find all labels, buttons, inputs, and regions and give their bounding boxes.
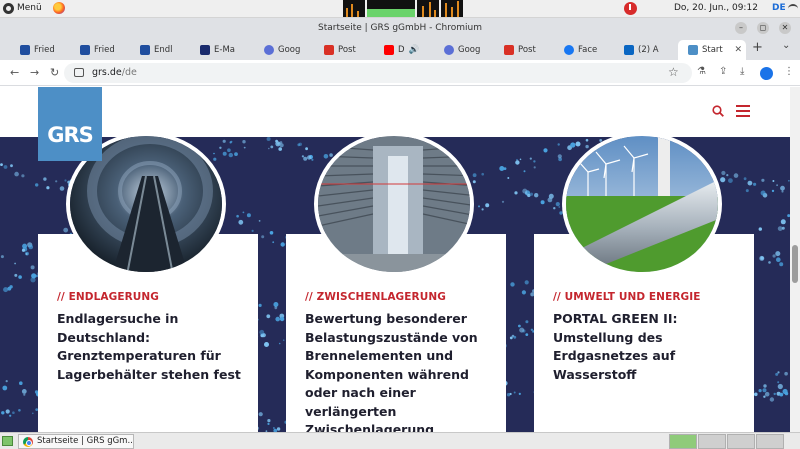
workspace-2[interactable] (698, 434, 726, 449)
speaker-icon[interactable]: 🔊 (409, 45, 420, 55)
back-icon[interactable]: ← (10, 66, 19, 79)
reload-icon[interactable]: ↻ (50, 66, 59, 79)
hamburger-menu-icon[interactable] (736, 105, 750, 117)
show-desktop-icon[interactable] (2, 436, 13, 446)
taskbar-window-chromium[interactable]: Startseite | GRS gGm... (18, 434, 134, 449)
close-tab-icon[interactable]: ✕ (734, 45, 742, 55)
keyboard-layout[interactable]: DE (772, 3, 786, 13)
tab-10[interactable]: Face (554, 40, 614, 60)
address-bar[interactable]: grs.de/de (64, 63, 692, 83)
tab-11[interactable]: (2) A (614, 40, 674, 60)
tab-4[interactable]: E-Ma (190, 40, 250, 60)
workspace-4[interactable] (756, 434, 784, 449)
card-category[interactable]: // ENDLAGERUNG (57, 291, 159, 303)
web-page: GRS // ENDLAGERUNG Endlagersuche in Deut… (0, 87, 790, 432)
tab-favicon (20, 45, 30, 55)
workspace-3[interactable] (727, 434, 755, 449)
disk-graph (441, 0, 463, 17)
grs-logo[interactable]: GRS (38, 87, 102, 161)
storage-casks-photo[interactable] (314, 132, 474, 276)
profile-avatar[interactable] (760, 67, 773, 80)
browser-title-bar: Startseite | GRS gGmbH - Chromium – ◻ ✕ (0, 18, 800, 38)
browser-toolbar: ← → ↻ grs.de/de ☆ ⚗ ⇪ ⤓ ⋮ (0, 60, 800, 86)
window-title: Startseite | GRS gGmbH - Chromium (318, 23, 482, 33)
tab-favicon (80, 45, 90, 55)
workspace-1[interactable] (669, 434, 697, 449)
maximize-button[interactable]: ◻ (757, 22, 769, 34)
labs-icon[interactable]: ⚗ (697, 66, 706, 77)
scrollbar-thumb[interactable] (792, 245, 798, 283)
page-scrollbar[interactable] (790, 87, 800, 432)
card-category[interactable]: // ZWISCHENLAGERUNG (305, 291, 446, 303)
tab-active-startseite[interactable]: Start ✕ (678, 40, 746, 60)
tab-strip: Fried Fried Endl E-Ma Goog Post D 🔊 Goog … (0, 38, 800, 60)
tab-9[interactable]: Post (494, 40, 554, 60)
card-title[interactable]: PORTAL GREEN II: Umstellung des Erdgasne… (553, 310, 749, 384)
tab-favicon (444, 45, 454, 55)
forward-icon[interactable]: → (30, 66, 39, 79)
close-window-button[interactable]: ✕ (779, 22, 791, 34)
power-icon[interactable] (624, 2, 637, 15)
card-title[interactable]: Bewertung besonderer Belastungszustände … (305, 310, 501, 432)
chromium-icon (23, 437, 33, 447)
tab-7[interactable]: D 🔊 (374, 40, 434, 60)
os-menu-label: Menü (17, 3, 42, 13)
firefox-icon[interactable] (52, 2, 65, 14)
tab-favicon (140, 45, 150, 55)
tab-5[interactable]: Goog (254, 40, 314, 60)
tab-favicon (504, 45, 514, 55)
share-icon[interactable]: ⇪ (719, 66, 727, 77)
tab-2[interactable]: Fried (70, 40, 130, 60)
linkedin-icon (624, 45, 634, 55)
cpu-graph (343, 0, 365, 17)
tab-search-icon[interactable]: ⌄ (782, 40, 790, 51)
download-icon[interactable]: ⤓ (740, 66, 744, 77)
tab-favicon (200, 45, 210, 55)
minimize-button[interactable]: – (735, 22, 747, 34)
tab-1[interactable]: Fried (10, 40, 70, 60)
facebook-icon (564, 45, 574, 55)
os-taskbar: Startseite | GRS gGm... (0, 432, 800, 449)
tab-8[interactable]: Goog (434, 40, 494, 60)
menu-icon (3, 2, 14, 14)
site-header: GRS (0, 87, 790, 161)
memory-graph (367, 0, 415, 17)
system-monitor (343, 0, 463, 17)
wifi-icon[interactable] (788, 4, 798, 13)
tab-favicon (264, 45, 274, 55)
card-category[interactable]: // UMWELT UND ENERGIE (553, 291, 701, 303)
new-tab-button[interactable]: + (752, 40, 763, 55)
os-menu-button[interactable]: Menü (3, 2, 65, 14)
tab-6[interactable]: Post (314, 40, 374, 60)
network-graph (417, 0, 439, 17)
site-info-icon[interactable] (74, 68, 84, 77)
card-title[interactable]: Endlagersuche in Deutschland: Grenztempe… (57, 310, 253, 384)
tab-3[interactable]: Endl (130, 40, 190, 60)
browser-menu-icon[interactable]: ⋮ (784, 66, 794, 77)
bookmark-star-icon[interactable]: ☆ (668, 65, 679, 79)
os-top-panel: Menü Do, 20. Jun., 09:12 DE (0, 0, 800, 18)
tab-favicon (324, 45, 334, 55)
youtube-icon (384, 45, 394, 55)
url-text[interactable]: grs.de/de (92, 67, 137, 78)
grs-favicon (688, 45, 698, 55)
pipeline-windfarm-photo[interactable] (562, 132, 722, 276)
search-icon[interactable] (712, 105, 724, 117)
os-clock[interactable]: Do, 20. Jun., 09:12 (674, 3, 758, 13)
taskbar-window-label: Startseite | GRS gGm... (37, 436, 134, 446)
